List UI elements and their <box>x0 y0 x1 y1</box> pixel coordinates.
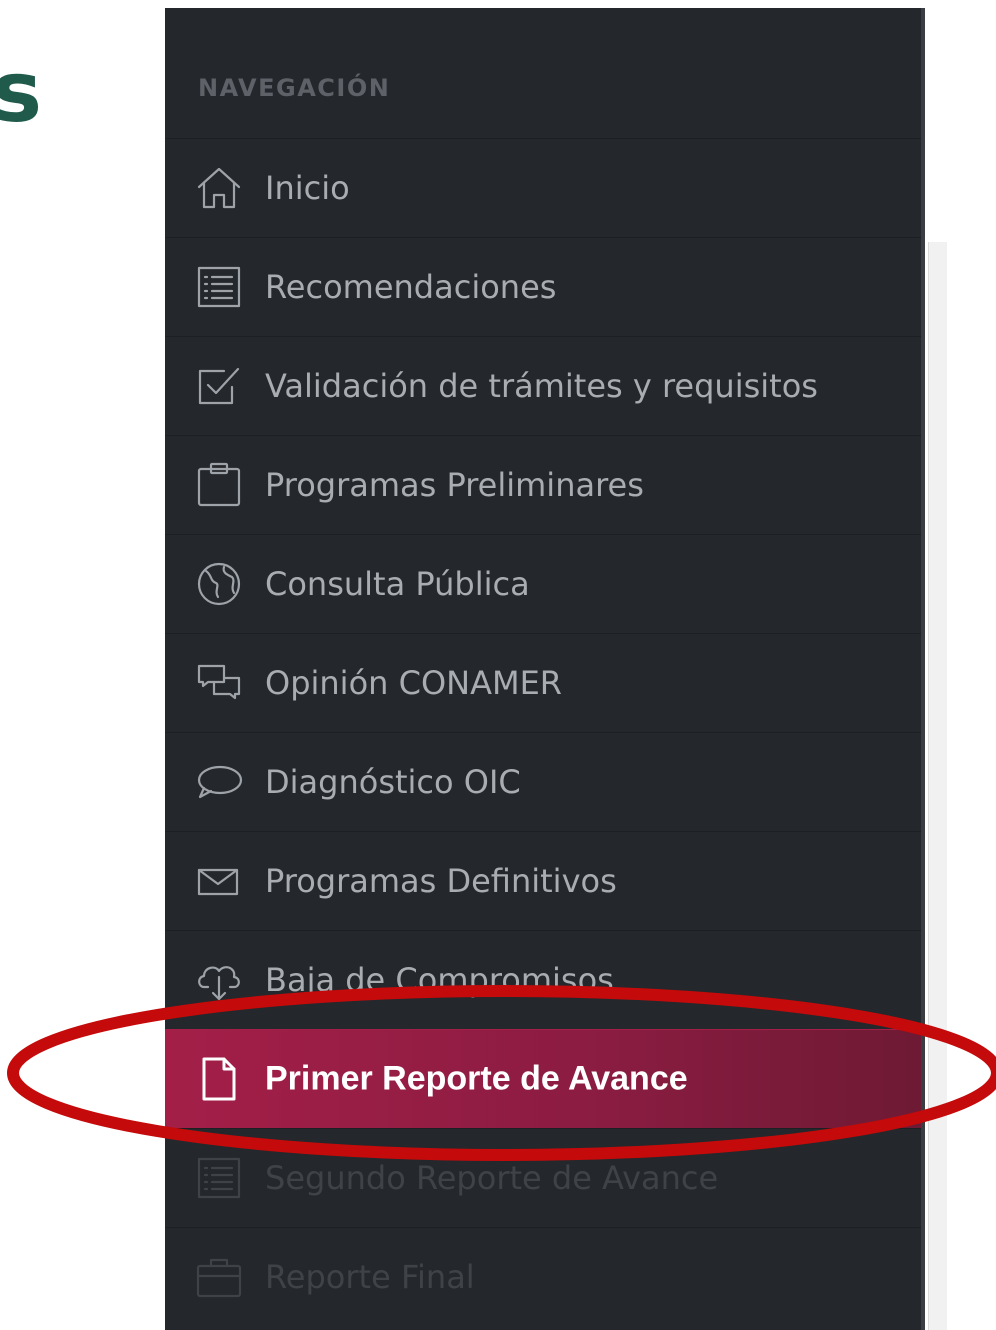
cloud-download-icon <box>192 953 246 1007</box>
sidebar-item-consulta-publica[interactable]: Consulta Pública <box>165 534 921 633</box>
sidebar-item-label: Validación de trámites y requisitos <box>265 367 818 405</box>
nav-section-title: NAVEGACIÓN <box>198 74 391 102</box>
sidebar-item-reporte-final[interactable]: Reporte Final <box>165 1227 921 1326</box>
document-icon <box>192 1052 246 1106</box>
list-icon <box>192 260 246 314</box>
sidebar-item-label: Primer Reporte de Avance <box>265 1059 688 1098</box>
content-panel-edge <box>928 242 947 1330</box>
sidebar-item-programas-preliminares[interactable]: Programas Preliminares <box>165 435 921 534</box>
list-icon <box>192 1151 246 1205</box>
sidebar-item-label: Inicio <box>265 169 350 207</box>
speech-bubble-icon <box>192 755 246 809</box>
sidebar-item-label: Opinión CONAMER <box>265 664 563 702</box>
sidebar-item-recomendaciones[interactable]: Recomendaciones <box>165 237 921 336</box>
sidebar-item-label: Segundo Reporte de Avance <box>265 1159 719 1197</box>
sidebar-item-primer-reporte[interactable]: Primer Reporte de Avance <box>165 1029 921 1128</box>
clipboard-icon <box>192 458 246 512</box>
sidebar-item-label: Diagnóstico OIC <box>265 763 521 801</box>
sidebar-item-label: Programas Definitivos <box>265 862 617 900</box>
checkbox-icon <box>192 359 246 413</box>
sidebar-item-baja-compromisos[interactable]: Baja de Compromisos <box>165 930 921 1029</box>
page-heading-fragment: s <box>0 43 42 141</box>
sidebar-item-inicio[interactable]: Inicio <box>165 138 921 237</box>
chat-boxes-icon <box>192 656 246 710</box>
sidebar-item-programas-definitivos[interactable]: Programas Definitivos <box>165 831 921 930</box>
sidebar-item-label: Consulta Pública <box>265 565 530 603</box>
sidebar-item-label: Recomendaciones <box>265 268 557 306</box>
envelope-icon <box>192 854 246 908</box>
sidebar-item-diagnostico-oic[interactable]: Diagnóstico OIC <box>165 732 921 831</box>
navigation-sidebar: NAVEGACIÓN Inicio Recomendaciones Valida… <box>165 8 925 1330</box>
sidebar-item-segundo-reporte[interactable]: Segundo Reporte de Avance <box>165 1128 921 1227</box>
globe-icon <box>192 557 246 611</box>
briefcase-icon <box>192 1250 246 1304</box>
sidebar-item-opinion-conamer[interactable]: Opinión CONAMER <box>165 633 921 732</box>
sidebar-item-validacion[interactable]: Validación de trámites y requisitos <box>165 336 921 435</box>
home-icon <box>192 161 246 215</box>
sidebar-item-label: Programas Preliminares <box>265 466 644 504</box>
sidebar-item-label: Baja de Compromisos <box>265 961 614 999</box>
sidebar-item-label: Reporte Final <box>265 1258 475 1296</box>
